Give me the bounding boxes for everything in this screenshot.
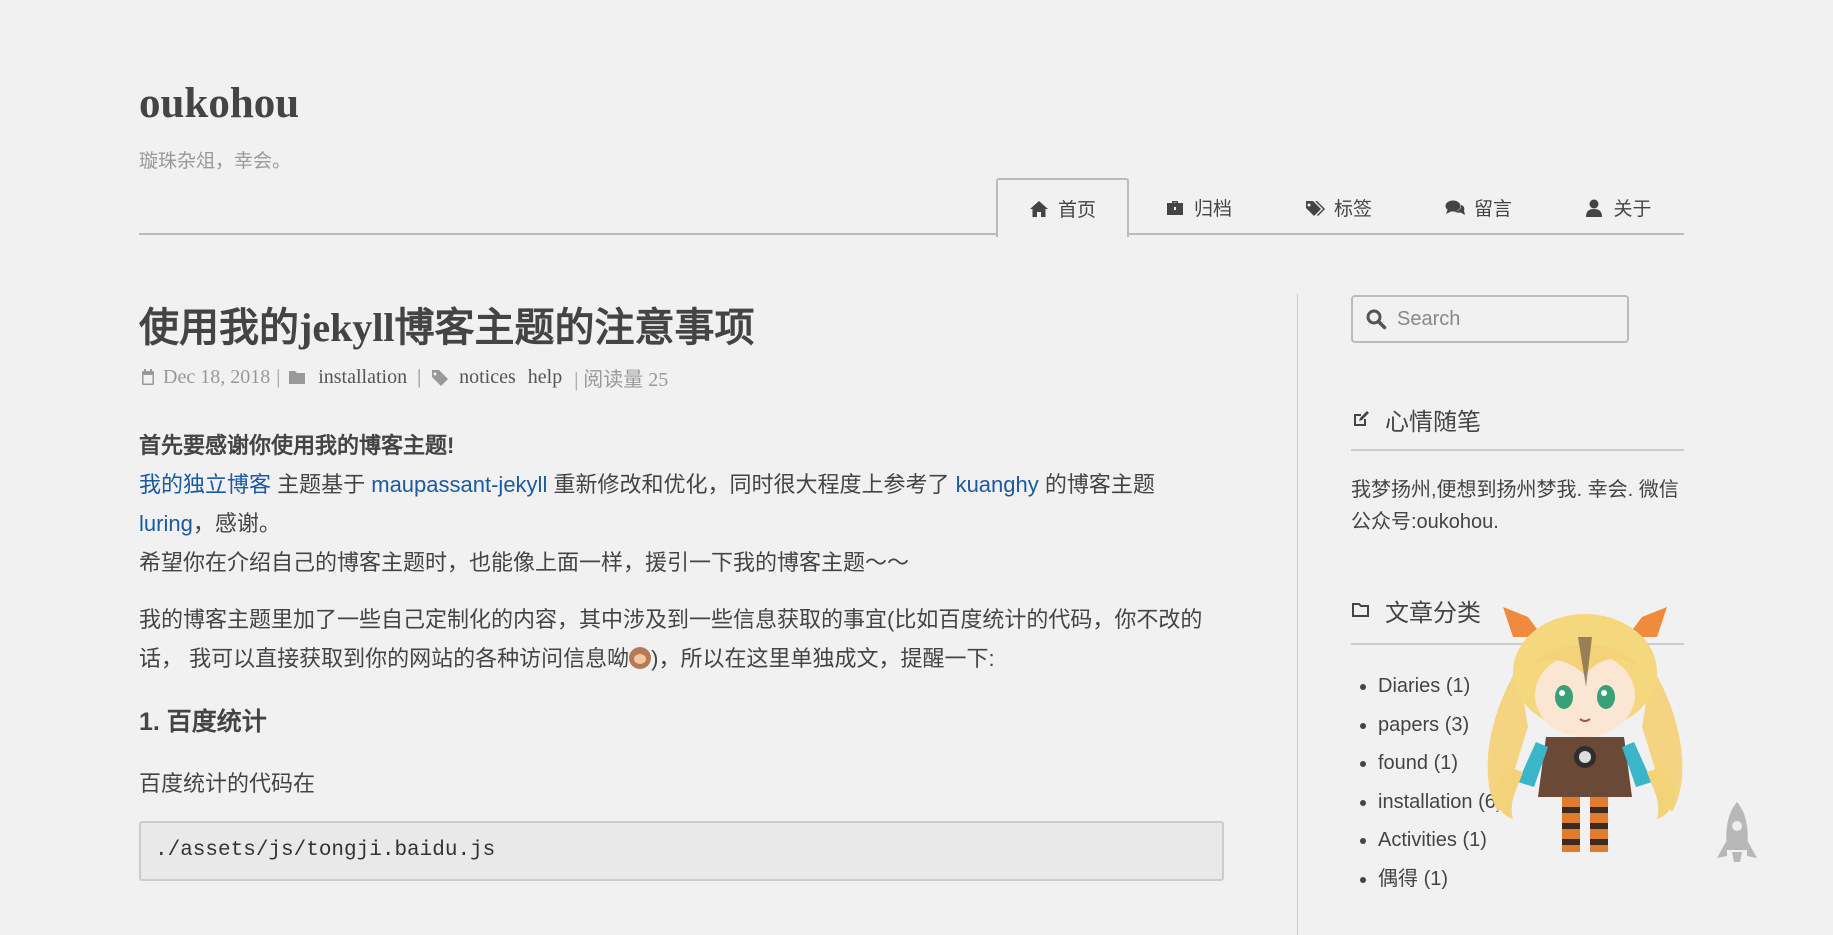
post-tag-link[interactable]: notices <box>459 366 516 389</box>
code-block[interactable]: ./assets/js/tongji.baidu.js <box>139 821 1224 881</box>
briefcase-icon <box>1166 200 1183 215</box>
blog-link[interactable]: 我的独立博客 <box>139 472 271 497</box>
main-nav: 首页 归档 标签 留言 关于 <box>996 178 1688 237</box>
luring-link[interactable]: luring <box>139 511 193 536</box>
category-count: (3) <box>1444 713 1470 736</box>
mood-widget-title: 心情随笔 <box>1351 402 1684 436</box>
intro-strong: 首先要感谢你使用我的博客主题! <box>139 433 455 458</box>
cite-paragraph: 希望你在介绍自己的博客主题时，也能像上面一样，援引一下我的博客主题～～ <box>139 550 910 575</box>
nav-label: 归档 <box>1193 199 1232 220</box>
category-count: (1) <box>1423 867 1449 890</box>
site-title[interactable]: oukohou <box>139 82 299 125</box>
widget-divider <box>1351 449 1684 451</box>
category-name: installation <box>1378 790 1473 813</box>
search-box[interactable] <box>1351 295 1629 343</box>
widget-title-text: 心情随笔 <box>1385 408 1481 436</box>
post-tag-link[interactable]: help <box>528 366 562 389</box>
tag-icon <box>432 370 449 386</box>
category-name: papers <box>1378 713 1440 736</box>
edit-icon <box>1354 411 1369 426</box>
section-heading: 1. 百度统计 <box>139 708 267 736</box>
search-input[interactable] <box>1395 306 1619 332</box>
site-description: 璇珠杂俎，幸会。 <box>139 151 292 172</box>
category-name: found <box>1378 752 1429 775</box>
category-name: Diaries <box>1378 675 1441 697</box>
nav-label: 关于 <box>1613 199 1652 220</box>
nav-item-about[interactable]: 关于 <box>1548 178 1688 235</box>
meta-separator: | <box>417 365 422 388</box>
home-icon <box>1029 200 1048 217</box>
nav-label: 首页 <box>1057 200 1096 221</box>
search-icon <box>1366 309 1387 330</box>
content-sidebar-divider <box>1297 294 1298 935</box>
text: 的博客主题 <box>1038 472 1155 497</box>
maupassant-link[interactable]: maupassant-jekyll <box>371 472 547 497</box>
text: 重新修改和优化，同时很大程度上参考了 <box>547 472 956 497</box>
nav-item-tags[interactable]: 标签 <box>1268 178 1409 235</box>
comments-icon <box>1445 200 1465 215</box>
text: 主题基于 <box>271 472 372 497</box>
kuanghy-link[interactable]: kuanghy <box>956 472 1039 497</box>
nav-item-home[interactable]: 首页 <box>996 178 1129 237</box>
category-count: (1) <box>1445 675 1471 697</box>
post-views: | 阅读量 25 <box>574 368 669 391</box>
category-name: Activities <box>1378 829 1457 852</box>
rocket-icon[interactable] <box>1715 800 1759 878</box>
post-content: 首先要感谢你使用我的博客主题! 我的独立博客 主题基于 maupassant-j… <box>139 426 1224 881</box>
tags-icon <box>1305 200 1325 216</box>
post-meta: Dec 18, 2018 | installation | notices he… <box>139 364 669 391</box>
custom-paragraph: 我的博客主题里加了一些自己定制化的内容，其中涉及到一些信息获取的事宜(比如百度统… <box>139 600 1224 678</box>
nav-item-guestbook[interactable]: 留言 <box>1409 178 1548 235</box>
monkey-emoji-icon <box>629 647 652 669</box>
category-name: 偶得 <box>1378 867 1418 890</box>
intro-paragraph: 我的独立博客 主题基于 maupassant-jekyll 重新修改和优化，同时… <box>139 465 1224 543</box>
calendar-icon <box>142 369 154 385</box>
nav-label: 标签 <box>1333 199 1372 220</box>
meta-separator: | <box>276 365 281 388</box>
folder-icon <box>289 371 306 384</box>
baidu-paragraph: 百度统计的代码在 <box>139 771 316 796</box>
post-category-link[interactable]: installation <box>318 366 407 389</box>
user-icon <box>1586 199 1603 217</box>
post-date: Dec 18, 2018 <box>163 365 271 388</box>
category-item[interactable]: 偶得 (1) <box>1378 860 1503 899</box>
widget-title-text: 文章分类 <box>1385 599 1481 627</box>
folder-open-icon <box>1352 603 1369 617</box>
anime-mascot[interactable] <box>1468 597 1702 859</box>
text: ，感谢。 <box>192 511 281 536</box>
mood-text: 我梦扬州,便想到扬州梦我. 幸会. 微信公众号:oukohou. <box>1351 479 1679 533</box>
category-count: (1) <box>1433 752 1459 775</box>
post-title[interactable]: 使用我的jekyll博客主题的注意事项 <box>139 295 755 353</box>
nav-label: 留言 <box>1473 199 1512 220</box>
text: )，所以在这里单独成文，提醒一下: <box>651 646 995 671</box>
nav-item-archive[interactable]: 归档 <box>1129 178 1268 235</box>
